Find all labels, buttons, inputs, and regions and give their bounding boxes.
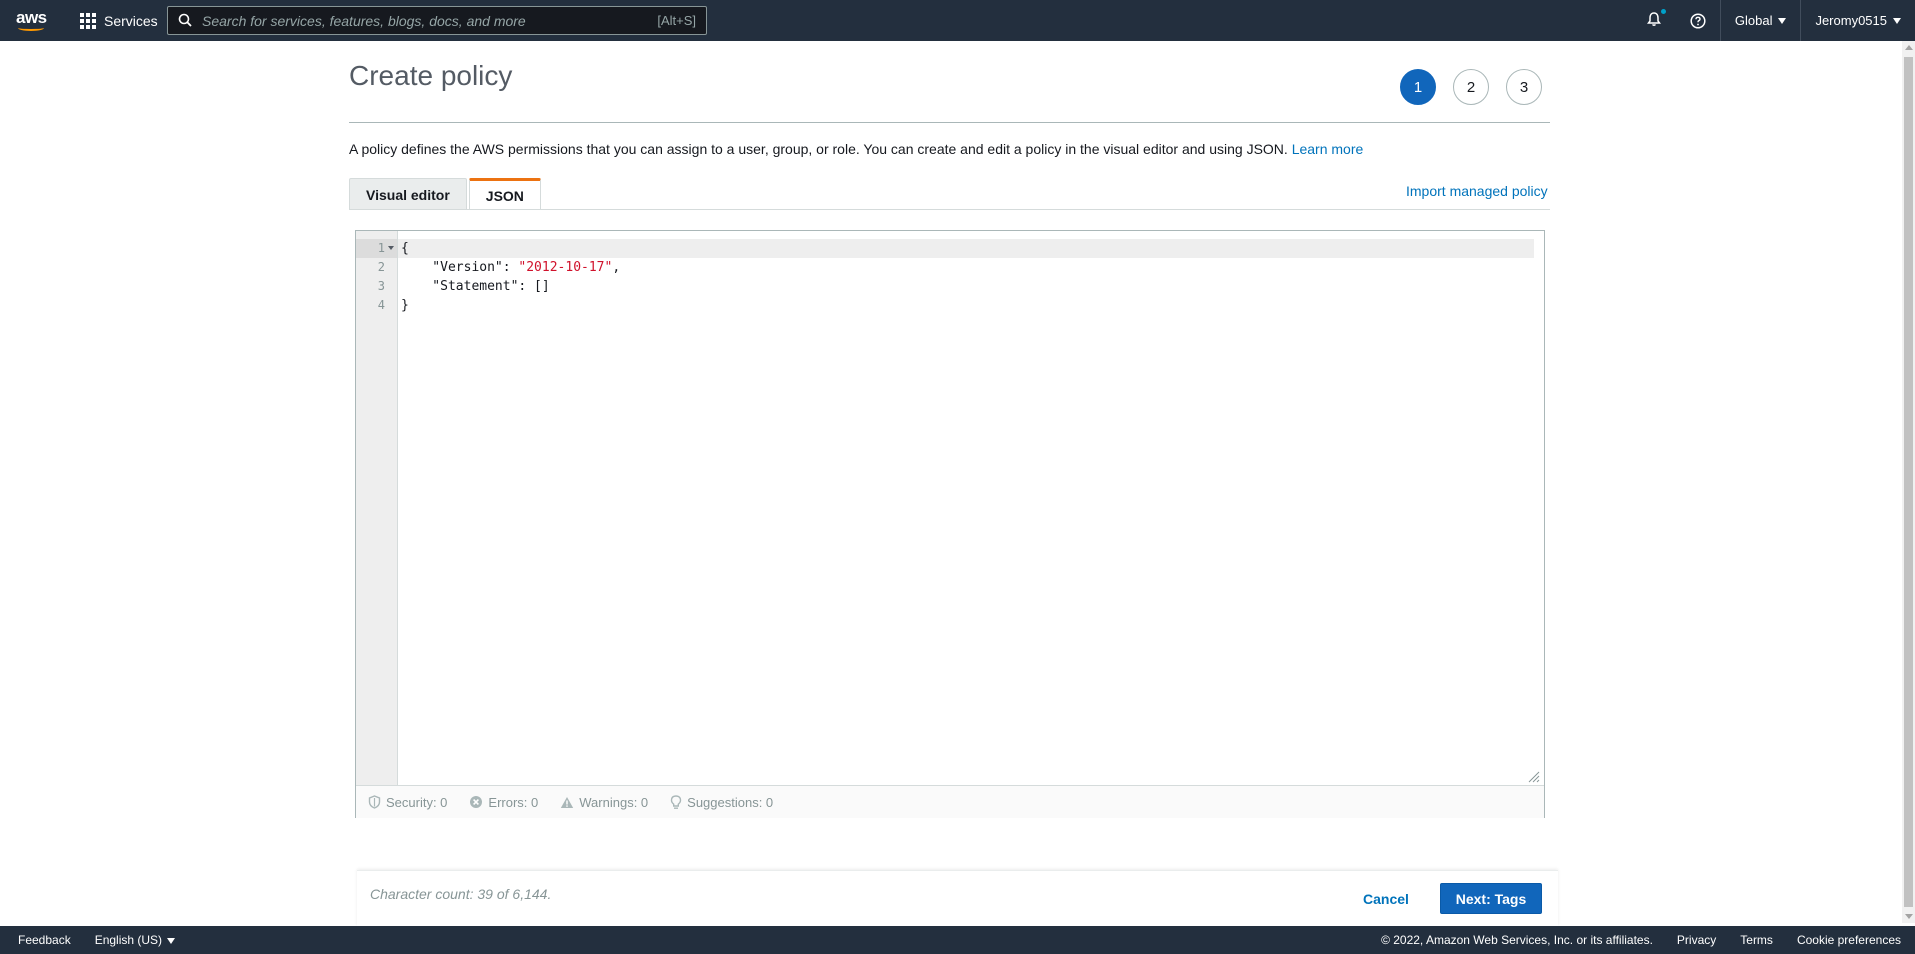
errors-status[interactable]: Errors: 0 (469, 795, 538, 810)
code-line[interactable]: } (398, 296, 1534, 315)
privacy-link[interactable]: Privacy (1677, 933, 1716, 947)
tab-visual-editor[interactable]: Visual editor (349, 178, 467, 210)
line-number: 3 (377, 279, 385, 293)
error-icon (470, 796, 483, 808)
region-label: Global (1734, 13, 1773, 28)
wizard-step-2[interactable]: 2 (1453, 69, 1489, 105)
aws-logo-smile (18, 25, 44, 31)
feedback-link[interactable]: Feedback (18, 933, 71, 947)
wizard-step-3[interactable]: 3 (1506, 69, 1542, 105)
help-icon (1690, 12, 1706, 29)
editor-tabs: Visual editor JSON (349, 178, 543, 210)
code-area[interactable]: { "Version": "2012-10-17", "Statement": … (398, 239, 1534, 315)
cookie-preferences-link[interactable]: Cookie preferences (1797, 933, 1901, 947)
title-divider (349, 122, 1550, 123)
caret-down-icon (1893, 17, 1901, 24)
tab-json[interactable]: JSON (468, 178, 541, 210)
line-number: 4 (377, 298, 385, 312)
caret-down-icon (167, 938, 176, 944)
resize-handle-icon[interactable] (1528, 771, 1540, 783)
top-navigation: aws Services [Alt+S] (0, 0, 1915, 41)
region-selector[interactable]: Global (1719, 0, 1801, 41)
search-icon (178, 13, 192, 27)
learn-more-link[interactable]: Learn more (1292, 141, 1364, 157)
console-footer: Feedback English (US) © 2022, Amazon Web… (0, 926, 1915, 954)
search-shortcut-hint: [Alt+S] (657, 13, 696, 28)
page-scrollbar[interactable] (1902, 41, 1915, 923)
services-label: Services (104, 12, 158, 29)
tabs-divider (349, 209, 1550, 210)
language-label: English (US) (94, 933, 163, 947)
code-line[interactable]: "Statement": [] (398, 277, 1534, 296)
suggestions-status[interactable]: Suggestions: 0 (670, 795, 773, 810)
policy-description: A policy defines the AWS permissions tha… (349, 141, 1363, 157)
character-count: Character count: 39 of 6,144. (370, 886, 552, 902)
errors-count: Errors: 0 (488, 794, 539, 810)
bell-icon (1646, 12, 1661, 26)
wizard-steps: 1 2 3 (1400, 69, 1542, 105)
warnings-count: Warnings: 0 (579, 794, 649, 810)
account-menu[interactable]: Jeromy0515 (1800, 0, 1915, 41)
wizard-step-1[interactable]: 1 (1400, 69, 1436, 105)
notifications-button[interactable] (1632, 0, 1676, 41)
services-menu-button[interactable]: Services (80, 0, 158, 41)
json-string: "2012-10-17" (518, 260, 613, 275)
action-bar: Character count: 39 of 6,144. Cancel Nex… (357, 870, 1558, 926)
fold-arrow-icon[interactable] (388, 246, 394, 250)
help-button[interactable] (1676, 0, 1720, 41)
scroll-down-arrow-icon[interactable] (1905, 914, 1913, 919)
copyright-text: © 2022, Amazon Web Services, Inc. or its… (1381, 933, 1653, 947)
security-count: Security: 0 (386, 794, 448, 810)
lightbulb-icon (670, 794, 682, 809)
language-selector[interactable]: English (US) (94, 933, 176, 947)
account-label: Jeromy0515 (1815, 13, 1887, 28)
import-managed-policy-link[interactable]: Import managed policy (1406, 183, 1548, 199)
warning-icon (561, 796, 574, 808)
terms-link[interactable]: Terms (1740, 933, 1773, 947)
caret-down-icon (1778, 17, 1787, 24)
validation-status-bar: Security: 0 Errors: 0 Warnings: 0 Sugges… (356, 785, 1544, 818)
notification-dot (1660, 9, 1666, 14)
suggestions-count: Suggestions: 0 (687, 794, 774, 810)
description-text: A policy defines the AWS permissions tha… (349, 141, 1288, 157)
security-status[interactable]: Security: 0 (368, 795, 447, 810)
search-input[interactable] (202, 7, 602, 34)
line-number: 2 (377, 260, 385, 274)
aws-logo[interactable]: aws (16, 8, 48, 32)
line-number: 1 (356, 239, 397, 258)
code-line[interactable]: "Version": "2012-10-17", (398, 258, 1534, 277)
scrollbar-thumb[interactable] (1904, 57, 1913, 907)
warnings-status[interactable]: Warnings: 0 (560, 795, 648, 810)
nav-right-group: Global Jeromy0515 (1632, 0, 1915, 41)
editor-gutter: 1 2 3 4 (356, 231, 398, 785)
scroll-up-arrow-icon[interactable] (1905, 45, 1913, 50)
code-line[interactable]: { (398, 239, 1534, 258)
cancel-button[interactable]: Cancel (1351, 883, 1421, 914)
next-tags-button[interactable]: Next: Tags (1440, 883, 1542, 914)
json-editor[interactable]: 1 2 3 4 { "Version": "2012-10-17", "Stat… (355, 230, 1545, 818)
page-title: Create policy (349, 60, 513, 91)
shield-icon (368, 795, 381, 809)
grid-icon (80, 12, 96, 29)
search-box[interactable]: [Alt+S] (167, 6, 707, 35)
